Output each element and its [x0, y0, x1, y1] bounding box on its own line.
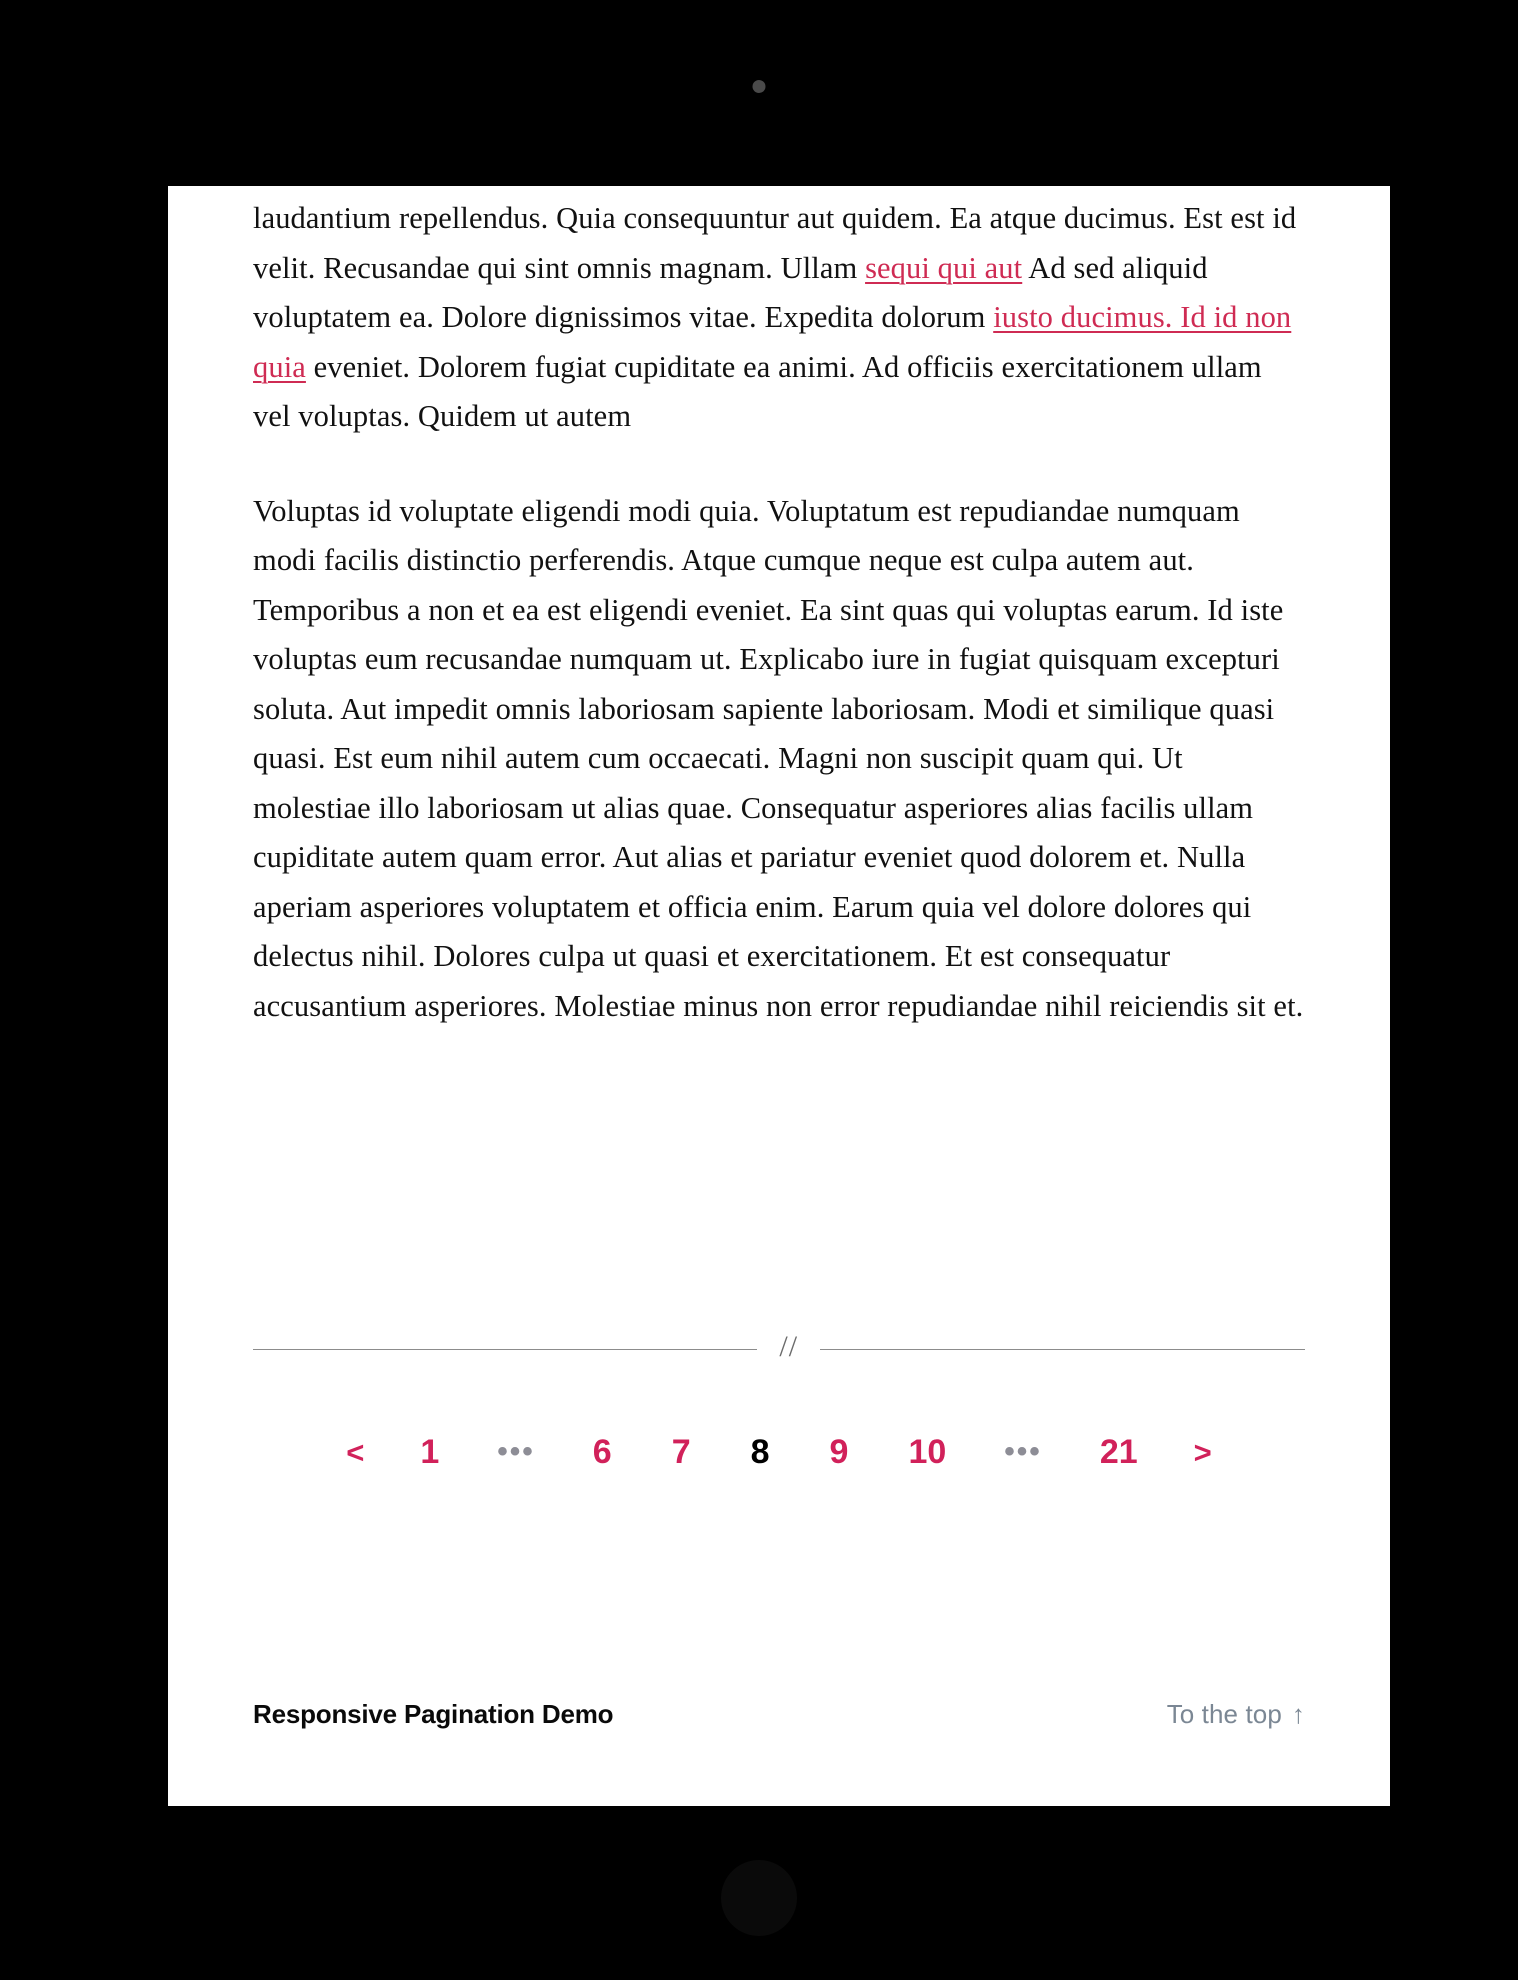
footer-brand-title: Responsive Pagination Demo	[253, 1699, 614, 1729]
pagination-page-1[interactable]: 1	[390, 1429, 469, 1475]
section-divider: //	[253, 1330, 1305, 1364]
paragraph-2: Voluptas id voluptate eligendi modi quia…	[253, 493, 1304, 1023]
pagination-page-6[interactable]: 6	[563, 1429, 642, 1475]
page-footer: Responsive Pagination Demo To the top ↑	[253, 1699, 1305, 1730]
pagination-page-10[interactable]: 10	[878, 1429, 976, 1475]
pagination-page-9[interactable]: 9	[800, 1429, 879, 1475]
page-content: laudantium repellendus. Quia consequuntu…	[168, 186, 1390, 1806]
to-the-top-link[interactable]: To the top ↑	[1167, 1699, 1305, 1730]
pagination-page-7[interactable]: 7	[642, 1429, 721, 1475]
browser-viewport: laudantium repellendus. Quia consequuntu…	[168, 186, 1390, 1806]
article-body: laudantium repellendus. Quia consequuntu…	[253, 186, 1305, 1031]
tablet-device-frame: laudantium repellendus. Quia consequuntu…	[20, 8, 1498, 1972]
pagination-ellipsis-end: •••	[1004, 1435, 1042, 1468]
pagination-nav[interactable]: <1 ••• 6 7 8 9 10 ••• 21 >	[253, 1429, 1305, 1475]
inline-link-sequi-qui-aut[interactable]: sequi qui aut	[865, 251, 1022, 285]
pagination-prev[interactable]: <	[320, 1431, 390, 1474]
pagination-page-21[interactable]: 21	[1070, 1429, 1168, 1475]
divider-rule-right	[820, 1348, 1305, 1350]
divider-rule-left	[253, 1348, 758, 1350]
divider-slashes-icon: //	[779, 1330, 799, 1363]
pagination-ellipsis-start: •••	[497, 1435, 535, 1468]
pagination-page-8-current[interactable]: 8	[721, 1429, 800, 1475]
to-the-top-label: To the top	[1166, 1699, 1282, 1729]
home-button[interactable]	[721, 1860, 797, 1936]
camera-dot-icon	[752, 80, 766, 93]
paragraph-1-text-3: eveniet. Dolorem fugiat cupiditate ea an…	[253, 349, 1262, 434]
paragraph-1: laudantium repellendus. Quia consequuntu…	[253, 194, 1305, 442]
pagination-next[interactable]: >	[1168, 1431, 1238, 1474]
arrow-up-icon: ↑	[1291, 1699, 1305, 1729]
